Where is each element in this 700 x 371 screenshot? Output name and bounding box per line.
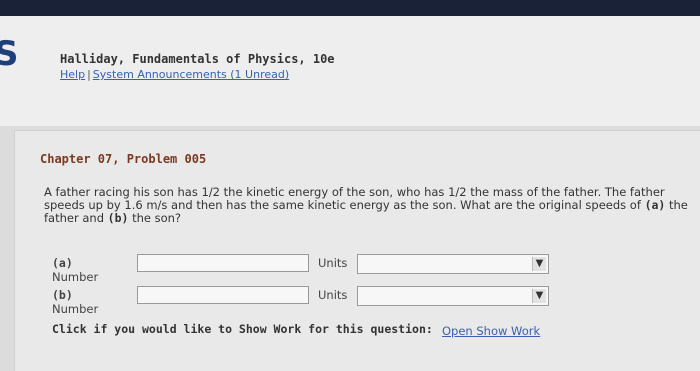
book-title: Halliday, Fundamentals of Physics, 10e <box>60 52 335 66</box>
problem-title: Chapter 07, Problem 005 <box>40 152 207 166</box>
system-announcements-link[interactable]: System Announcements (1 Unread) <box>93 68 289 81</box>
answer-a-label: (a) Number <box>52 256 98 284</box>
answer-a-number-input[interactable] <box>137 254 309 272</box>
answer-b-label: (b) Number <box>52 288 98 316</box>
question-part-1: A father racing his son has 1/2 the kine… <box>44 185 665 212</box>
answer-a-units-select[interactable]: ▼ <box>357 254 549 274</box>
header-links: Help | System Announcements (1 Unread) <box>60 68 289 81</box>
question-text: A father racing his son has 1/2 the kine… <box>44 186 694 225</box>
chevron-down-icon[interactable]: ▼ <box>532 289 546 303</box>
answer-b-units-select[interactable]: ▼ <box>357 286 549 306</box>
answer-a-units-label: Units <box>318 256 348 270</box>
question-part-3: the son? <box>128 211 182 225</box>
answer-b-number-input[interactable] <box>137 286 309 304</box>
answer-a-number-label: Number <box>52 270 99 284</box>
help-link[interactable]: Help <box>60 68 85 81</box>
question-part-a-marker: (a) <box>644 198 666 212</box>
show-work-prompt: Click if you would like to Show Work for… <box>52 322 433 336</box>
logo: S <box>0 34 18 74</box>
open-show-work-link[interactable]: Open Show Work <box>442 324 540 338</box>
answer-b-marker: (b) <box>52 288 73 302</box>
answer-b-units-label: Units <box>318 288 348 302</box>
chevron-down-icon[interactable]: ▼ <box>532 257 546 271</box>
top-bar <box>0 0 700 16</box>
link-separator: | <box>87 68 91 81</box>
answer-a-marker: (a) <box>52 256 73 270</box>
question-part-b-marker: (b) <box>107 211 129 225</box>
answer-b-number-label: Number <box>52 302 99 316</box>
